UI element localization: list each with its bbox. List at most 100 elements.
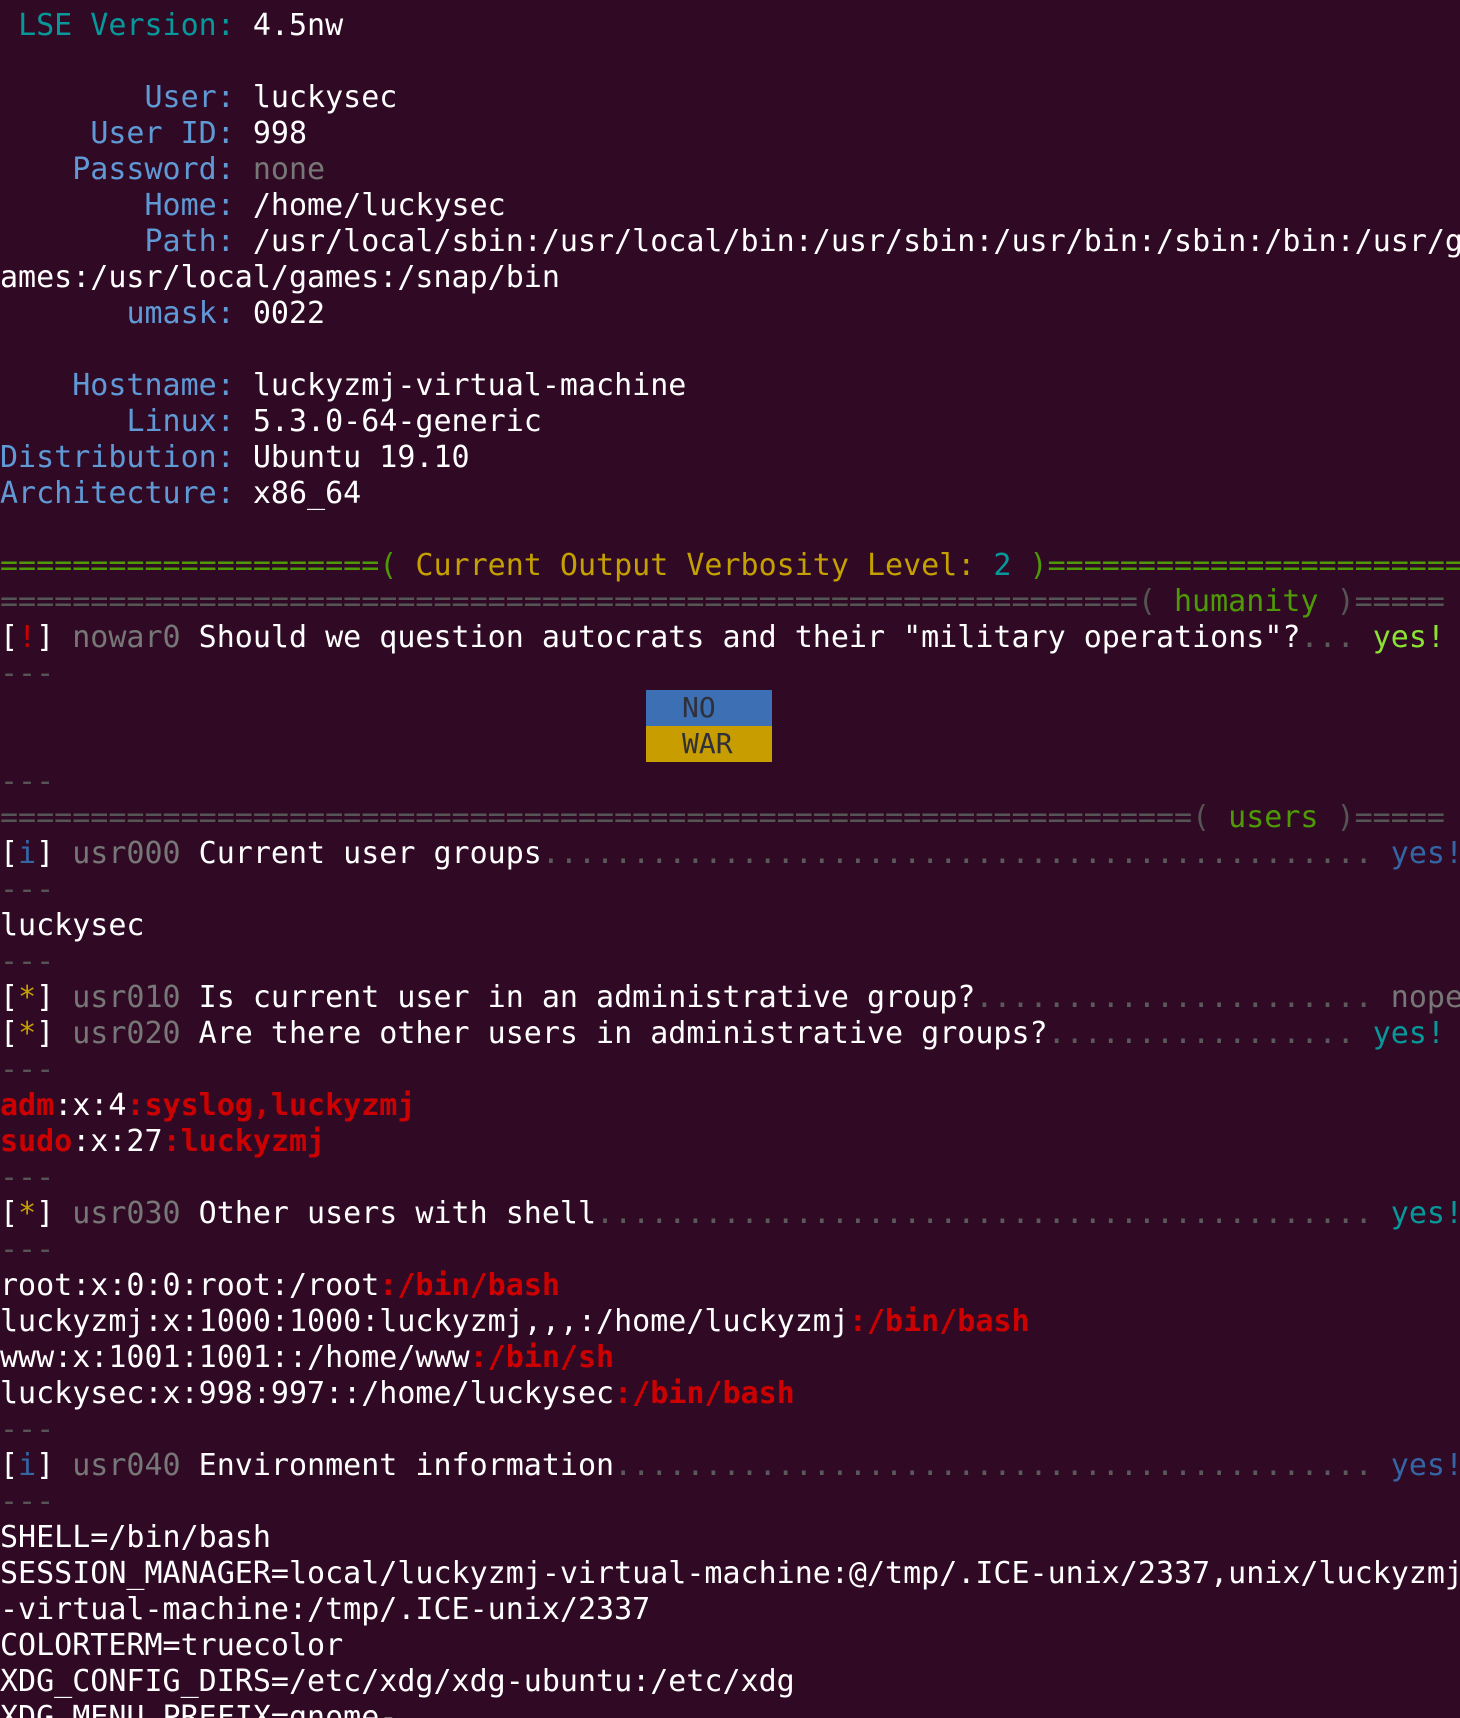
section-rule: ========================================…: [0, 800, 1211, 835]
check-mark: *: [18, 980, 37, 1015]
user-id-value: 998: [252, 116, 308, 151]
separator: ---: [0, 944, 55, 979]
check-nowar0: [!] nowar0 Should we question autocrats …: [0, 620, 1445, 655]
linux-value: 5.3.0-64-generic: [252, 404, 542, 439]
passwd-entry: luckysec:x:998:997::/home/luckysec: [0, 1376, 615, 1411]
check-id: usr030: [72, 1196, 181, 1231]
check-dots: ......................: [975, 980, 1373, 1015]
flag-bottom-label: WAR: [646, 726, 772, 762]
home-label: Home:: [144, 188, 235, 223]
env-line: COLORTERM=truecolor: [0, 1628, 344, 1663]
linux-line: Linux: 5.3.0-64-generic: [0, 404, 542, 440]
check-text: Other users with shell: [180, 1196, 597, 1231]
shell-user-row: luckysec:x:998:997::/home/luckysec:/bin/…: [0, 1376, 795, 1412]
check-mark: *: [18, 1196, 37, 1231]
check-usr000: [i] usr000 Current user groups..........…: [0, 836, 1460, 872]
group-members: :luckyzmj: [162, 1124, 326, 1159]
umask-label: umask:: [126, 296, 235, 331]
group-gid: :x:4: [54, 1088, 127, 1123]
check-text: Environment information: [180, 1448, 615, 1483]
check-mark: i: [18, 1448, 37, 1483]
check-mark: !: [18, 620, 37, 655]
group-name: sudo: [0, 1124, 73, 1159]
admin-group-row: adm:x:4:syslog,luckyzmj: [0, 1088, 415, 1124]
shell-path: :/bin/sh: [469, 1340, 615, 1375]
distribution-value: Ubuntu 19.10: [252, 440, 470, 475]
separator: ---: [0, 1412, 55, 1447]
admin-group-row: sudo:x:27:luckyzmj: [0, 1124, 325, 1160]
verbosity-text: Current Output Verbosity Level:: [397, 548, 994, 583]
passwd-entry: luckyzmj:x:1000:1000:luckyzmj,,,:/home/l…: [0, 1304, 849, 1339]
password-line: Password: none: [0, 152, 325, 188]
terminal-window[interactable]: LSE Version: 4.5nw User: luckysec User I…: [0, 0, 1460, 1718]
check-id: nowar0: [72, 620, 181, 655]
separator: ---: [0, 1160, 55, 1195]
user-value: luckysec: [252, 80, 398, 115]
check-usr030: [*] usr030 Other users with shell.......…: [0, 1196, 1460, 1232]
shell-user-row: luckyzmj:x:1000:1000:luckyzmj,,,:/home/l…: [0, 1304, 1030, 1340]
check-result: yes!: [1390, 1196, 1460, 1231]
verbosity-banner: =====================( Current Output Ve…: [0, 548, 1460, 584]
check-mark: i: [18, 836, 37, 871]
check-result: yes!: [1390, 836, 1460, 871]
check-text: Is current user in an administrative gro…: [180, 980, 976, 1015]
separator: ---: [0, 764, 55, 799]
check-result: yes!: [1390, 1448, 1460, 1483]
check-dots: ........................................…: [596, 1196, 1373, 1231]
check-result: nope: [1390, 980, 1460, 1015]
lse-version-label-text: LSE Version:: [18, 8, 235, 43]
check-dots: ........................................…: [541, 836, 1373, 871]
section-rule: ========================================…: [0, 584, 1156, 619]
groups-output: luckysec: [0, 908, 145, 943]
path-value-1: /usr/local/sbin:/usr/local/bin:/usr/sbin…: [252, 224, 1460, 259]
shell-path: :/bin/bash: [379, 1268, 560, 1303]
check-dots: .................: [1047, 1016, 1355, 1051]
verbosity-rule-right: )=======================: [1011, 548, 1460, 583]
check-text: Are there other users in administrative …: [180, 1016, 1048, 1051]
shell-path: :/bin/bash: [848, 1304, 1030, 1339]
section-rule: )=====: [1336, 800, 1445, 835]
umask-line: umask: 0022: [0, 296, 325, 332]
check-usr020: [*] usr020 Are there other users in admi…: [0, 1016, 1445, 1051]
check-dots: ........................................…: [614, 1448, 1373, 1483]
verbosity-level: 2: [993, 548, 1012, 583]
section-users-header: ========================================…: [0, 800, 1445, 836]
lse-version-line: LSE Version: 4.5nw: [0, 8, 343, 44]
env-line: XDG_CONFIG_DIRS=/etc/xdg/xdg-ubuntu:/etc…: [0, 1664, 795, 1699]
section-title: users: [1210, 800, 1337, 835]
flag-top-label: NO: [646, 690, 772, 726]
env-line: -virtual-machine:/tmp/.ICE-unix/2337: [0, 1592, 651, 1627]
passwd-entry: root:x:0:0:root:/root: [0, 1268, 380, 1303]
path-label: Path:: [144, 224, 235, 259]
group-name: adm: [0, 1088, 55, 1123]
env-line: XDG_MENU_PREFIX=gnome-: [0, 1700, 398, 1718]
check-text: Current user groups: [180, 836, 542, 871]
lse-version-label: LSE Version:: [0, 8, 235, 43]
separator: ---: [0, 872, 55, 907]
check-usr010: [*] usr010 Is current user in an adminis…: [0, 980, 1460, 1016]
env-line: SESSION_MANAGER=local/luckyzmj-virtual-m…: [0, 1556, 1460, 1591]
path-line: Path: /usr/local/sbin:/usr/local/bin:/us…: [0, 224, 1460, 260]
user-id-line: User ID: 998: [0, 116, 307, 152]
separator: ---: [0, 656, 55, 691]
check-text: Should we question autocrats and their "…: [180, 620, 1301, 655]
password-value: none: [252, 152, 326, 187]
shell-path: :/bin/bash: [614, 1376, 795, 1411]
check-id: usr020: [72, 1016, 181, 1051]
hostname-line: Hostname: luckyzmj-virtual-machine: [0, 368, 686, 404]
home-value: /home/luckysec: [252, 188, 506, 223]
architecture-label: Architecture:: [0, 476, 235, 511]
passwd-entry: www:x:1001:1001::/home/www: [0, 1340, 470, 1375]
distribution-label: Distribution:: [0, 440, 235, 475]
separator: ---: [0, 1052, 55, 1087]
shell-user-row: www:x:1001:1001::/home/www:/bin/sh: [0, 1340, 614, 1376]
hostname-label: Hostname:: [72, 368, 235, 403]
check-mark: *: [18, 1016, 37, 1051]
separator: ---: [0, 1232, 55, 1267]
env-line: SHELL=/bin/bash: [0, 1520, 271, 1555]
distribution-line: Distribution: Ubuntu 19.10: [0, 440, 470, 476]
check-id: usr040: [72, 1448, 181, 1483]
check-result: yes!: [1372, 1016, 1445, 1051]
user-line: User: luckysec: [0, 80, 398, 116]
hostname-value: luckyzmj-virtual-machine: [252, 368, 687, 403]
